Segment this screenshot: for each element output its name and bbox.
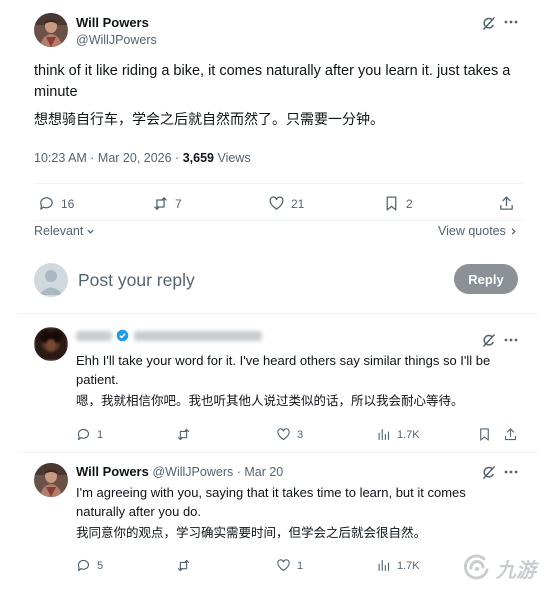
- reply1-views-button[interactable]: 1.7K: [376, 427, 420, 442]
- main-post-meta: 10:23 AM · Mar 20, 2026 · 3,659 Views: [34, 151, 251, 165]
- main-post-text-en: think of it like riding a bike, it comes…: [34, 63, 511, 100]
- reply1-grok-icon[interactable]: [481, 333, 496, 348]
- reply1-repost-button[interactable]: [176, 427, 191, 442]
- reply2-repost-button[interactable]: [176, 558, 191, 573]
- bookmark-button[interactable]: 2: [383, 195, 413, 212]
- watermark-swirl-icon: [463, 554, 489, 580]
- repost-count: 7: [175, 196, 182, 211]
- like-button[interactable]: 21: [268, 195, 304, 212]
- reply2-like-button[interactable]: 1: [276, 558, 303, 573]
- reply2-views-count: 1.7K: [397, 559, 420, 572]
- reply1-more-options-icon[interactable]: [504, 338, 518, 342]
- bookmark-icon: [480, 428, 489, 441]
- reply2-reply-count: 5: [97, 559, 104, 572]
- main-post-text-cn: 想想骑自行车，学会之后就自然而然了。只需要一分钟。: [34, 112, 384, 128]
- reply-button[interactable]: 16: [38, 195, 74, 212]
- reply1-avatar[interactable]: [34, 327, 68, 361]
- main-post-time[interactable]: 10:23 AM · Mar 20, 2026 ·: [34, 151, 183, 165]
- reply1-views-count: 1.7K: [397, 428, 420, 441]
- reply2-author-name[interactable]: Will Powers: [76, 464, 149, 479]
- reply2-avatar[interactable]: [34, 463, 68, 497]
- repost-button[interactable]: 7: [152, 195, 182, 212]
- heart-icon: [277, 559, 290, 572]
- reply1-like-button[interactable]: 3: [276, 427, 303, 442]
- divider: [34, 183, 524, 184]
- heart-icon: [269, 196, 284, 210]
- reply-icon: [40, 197, 53, 210]
- reply1-text-en: Ehh I'll take your word for it. I've hea…: [76, 353, 491, 387]
- chevron-right-icon: [511, 227, 516, 235]
- sort-relevant-dropdown[interactable]: Relevant: [34, 224, 95, 238]
- reply2-reply-button[interactable]: 5: [76, 558, 103, 573]
- share-button[interactable]: [498, 195, 515, 212]
- reply2-more-options-icon[interactable]: [504, 470, 518, 474]
- main-author-name[interactable]: Will Powers: [76, 15, 149, 30]
- reply1-reply-count: 1: [97, 428, 104, 441]
- reply1-reply-button[interactable]: 1: [76, 427, 103, 442]
- views-icon: [378, 428, 390, 441]
- like-count: 21: [291, 196, 305, 211]
- divider: [18, 313, 538, 314]
- reply2-grok-icon[interactable]: [481, 465, 496, 480]
- grok-icon[interactable]: [481, 16, 496, 31]
- view-quotes-label: View quotes: [438, 224, 506, 238]
- repost-icon: [177, 428, 190, 441]
- views-icon: [378, 559, 390, 572]
- reply2-like-count: 1: [297, 559, 304, 572]
- divider: [18, 452, 538, 453]
- view-quotes-link[interactable]: View quotes: [438, 224, 518, 238]
- chevron-down-icon: [87, 229, 94, 234]
- reply-input[interactable]: Post your reply: [78, 270, 438, 291]
- reply2-text-cn: 我同意你的观点，学习确实需要时间，但学会之后就会很自然。: [76, 525, 427, 540]
- reply1-text-cn: 嗯，我就相信你吧。我也听其他人说过类似的话，所以我会耐心等待。: [76, 393, 464, 408]
- reply1-share-button[interactable]: [503, 427, 518, 442]
- reply1-author-meta-blurred: [134, 331, 262, 341]
- main-author-handle[interactable]: @WillJPowers: [76, 33, 157, 47]
- reply1-like-count: 3: [297, 428, 304, 441]
- sort-relevant-label: Relevant: [34, 224, 84, 238]
- bookmark-count: 2: [406, 196, 413, 211]
- repost-icon: [154, 197, 167, 210]
- divider: [34, 220, 524, 221]
- verified-badge-icon: [116, 329, 129, 342]
- bookmark-icon: [386, 196, 397, 211]
- watermark-text: 九游: [496, 557, 536, 582]
- reply2-author-meta[interactable]: @WillJPowers · Mar 20: [152, 465, 283, 479]
- more-options-icon[interactable]: [504, 20, 518, 24]
- reply-icon: [77, 428, 90, 441]
- current-user-avatar[interactable]: [34, 263, 68, 297]
- main-post-views-count: 3,659: [182, 151, 214, 165]
- heart-icon: [277, 428, 290, 441]
- watermark-logo: 九游: [462, 553, 536, 583]
- reply1-author-name-blurred: [76, 331, 112, 341]
- main-post-views-label: Views: [213, 151, 251, 165]
- reply1-bookmark-button[interactable]: [477, 427, 492, 442]
- reply2-author-line: Will Powers @WillJPowers · Mar 20: [76, 464, 283, 479]
- reply2-views-button[interactable]: 1.7K: [376, 558, 420, 573]
- share-icon: [504, 428, 517, 441]
- reply-submit-button[interactable]: Reply: [454, 264, 518, 294]
- reply2-text-en: I'm agreeing with you, saying that it ta…: [76, 485, 466, 519]
- repost-icon: [177, 559, 190, 572]
- reply-count: 16: [61, 196, 75, 211]
- reply-icon: [77, 559, 90, 572]
- share-icon: [500, 196, 513, 210]
- main-post-avatar[interactable]: [34, 13, 68, 47]
